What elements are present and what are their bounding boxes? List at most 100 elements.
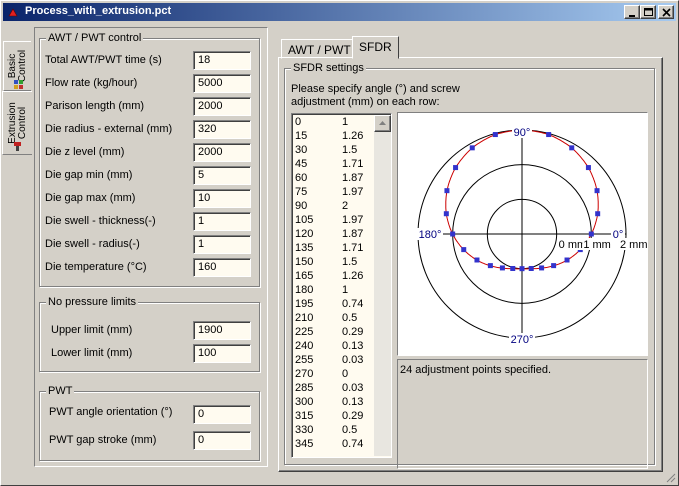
upper-limit-field[interactable]: 1900: [193, 321, 251, 340]
list-item-adjustment: 1: [342, 284, 349, 296]
angle-label-90: 90°: [514, 127, 531, 139]
ring-label-0mm: 0 mm: [559, 239, 587, 251]
die-temperature-field[interactable]: 160: [193, 258, 251, 277]
tab-basic-control-line1: Basic: [6, 53, 18, 79]
list-item-adjustment: 0.74: [342, 298, 364, 310]
pwt-angle-label: PWT angle orientation (°): [49, 406, 173, 418]
die-gap-min-label: Die gap min (mm): [45, 169, 133, 181]
list-item-adjustment: 1.97: [342, 186, 364, 198]
list-item-adjustment: 0.13: [342, 340, 364, 352]
list-item-angle: 285: [295, 382, 314, 394]
die-gap-max-label: Die gap max (mm): [45, 192, 136, 204]
sfdr-instruction-line2: adjustment (mm) on each row:: [291, 96, 440, 108]
tab-basic-control[interactable]: Basic Control: [3, 41, 31, 91]
data-point: [474, 257, 480, 263]
list-scrollbar[interactable]: [374, 115, 391, 456]
data-point: [453, 165, 459, 171]
list-item-angle: 195: [295, 298, 314, 310]
list-item-adjustment: 1.26: [342, 270, 364, 282]
minimize-button[interactable]: [624, 5, 640, 19]
data-point: [585, 165, 591, 171]
resize-grip-icon[interactable]: [664, 471, 676, 483]
list-item-angle: 210: [295, 312, 314, 324]
list-item-angle: 345: [295, 438, 314, 450]
list-item-adjustment: 1.97: [342, 214, 364, 226]
pwt-angle-field[interactable]: 0: [193, 405, 251, 424]
die-gap-min-field[interactable]: 5: [193, 166, 251, 185]
tab-extrusion-control-label: Extrusion Control: [6, 102, 28, 144]
die-swell-thickness-label: Die swell - thickness(-): [45, 215, 156, 227]
tab-basic-control-label: Basic Control: [6, 50, 28, 82]
scroll-up-icon: [379, 121, 386, 125]
total-time-label: Total AWT/PWT time (s): [45, 54, 162, 66]
sfdr-settings-title: SFDR settings: [291, 62, 366, 74]
title-bar[interactable]: Process_with_extrusion.pct: [3, 3, 676, 21]
tab-sfdr[interactable]: SFDR: [352, 36, 399, 59]
data-point: [539, 265, 545, 271]
list-item-angle: 225: [295, 326, 314, 338]
scroll-up-button[interactable]: [374, 115, 391, 132]
list-item-adjustment: 1.5: [342, 144, 358, 156]
app-icon: [8, 8, 18, 17]
lower-limit-label: Lower limit (mm): [51, 347, 133, 359]
sfdr-adjustment-list[interactable]: 0 1 15 1.26 30 1.5 45 1.71 60 1.87 75 1.97 90 2 105 1.9…: [291, 113, 392, 458]
data-point: [551, 263, 557, 269]
list-item-angle: 30: [295, 144, 308, 156]
maximize-button[interactable]: [640, 5, 656, 19]
list-item-adjustment: 0.13: [342, 396, 364, 408]
data-point: [443, 211, 449, 217]
data-point: [469, 145, 475, 151]
list-item-angle: 300: [295, 396, 314, 408]
flow-rate-label: Flow rate (kg/hour): [45, 77, 138, 89]
angle-label-270: 270°: [511, 334, 534, 346]
angle-label-180: 180°: [419, 229, 442, 241]
data-point: [528, 265, 534, 271]
maximize-icon: [644, 8, 653, 16]
close-button[interactable]: [658, 5, 674, 19]
list-item-angle: 270: [295, 368, 314, 380]
total-time-field[interactable]: 18: [193, 51, 251, 70]
tab-awt-pwt[interactable]: AWT / PWT: [281, 39, 358, 59]
tab-extrusion-control[interactable]: Extrusion Control: [2, 91, 32, 155]
tab-extrusion-control-line2: Control: [16, 106, 28, 140]
no-pressure-limits-title: No pressure limits: [46, 296, 139, 308]
die-swell-radius-field[interactable]: 1: [193, 235, 251, 254]
data-point: [487, 263, 493, 269]
list-item-adjustment: 0: [342, 368, 349, 380]
parison-length-field[interactable]: 2000: [193, 97, 251, 116]
pwt-group: PWT: [39, 385, 260, 461]
die-gap-max-field[interactable]: 10: [193, 189, 251, 208]
data-point: [588, 231, 594, 237]
die-radius-field[interactable]: 320: [193, 120, 251, 139]
minimize-icon: [629, 15, 635, 17]
data-point: [461, 247, 467, 253]
die-z-level-field[interactable]: 2000: [193, 143, 251, 162]
list-item-adjustment: 0.5: [342, 424, 358, 436]
list-item-adjustment: 1.71: [342, 242, 364, 254]
data-point: [492, 132, 498, 138]
list-item-angle: 120: [295, 228, 314, 240]
list-item-angle: 315: [295, 410, 314, 422]
die-swell-radius-label: Die swell - radius(-): [45, 238, 140, 250]
list-item-adjustment: 1.87: [342, 172, 364, 184]
data-point: [499, 265, 505, 271]
pwt-gap-stroke-field[interactable]: 0: [193, 431, 251, 450]
close-icon: [662, 8, 671, 17]
pwt-gap-stroke-label: PWT gap stroke (mm): [49, 434, 157, 446]
polar-chart: 90°270°180° 0°0 mm1 mm 2 mm: [417, 126, 648, 346]
list-item-adjustment: 0.29: [342, 326, 364, 338]
status-text: 24 adjustment points specified.: [400, 364, 552, 376]
ring-label-1mm: 1 mm: [583, 239, 611, 251]
pwt-title: PWT: [46, 385, 75, 397]
sfdr-polar-plot: 90° 270° 180° 0° 0 mm 1 mm 2 mm: [397, 112, 648, 356]
tab-extrusion-control-line1: Extrusion: [6, 102, 18, 144]
list-item-angle: 180: [295, 284, 314, 296]
main-window: Process_with_extrusion.pct Basic Control…: [0, 0, 679, 486]
list-item-adjustment: 1.26: [342, 130, 364, 142]
flow-rate-field[interactable]: 5000: [193, 74, 251, 93]
die-swell-thickness-field[interactable]: 1: [193, 212, 251, 231]
list-item-adjustment: 1: [342, 116, 349, 128]
status-box: 24 adjustment points specified.: [397, 359, 648, 469]
list-item-angle: 165: [295, 270, 314, 282]
lower-limit-field[interactable]: 100: [193, 344, 251, 363]
